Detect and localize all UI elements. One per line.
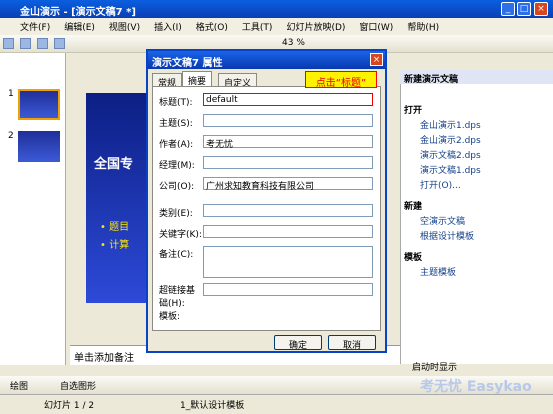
field-label: 超链接基础(H): [159,286,196,309]
menu-file[interactable]: 文件(F) [20,23,50,33]
autoshape-menu[interactable]: 自选图形 [60,379,96,392]
field-label: 模板: [159,312,181,322]
dialog-title: 演示文稿7 属性 [148,51,385,69]
menu-window[interactable]: 窗口(W) [359,23,393,33]
slide-number: 1 [8,89,14,99]
slide-thumb-2[interactable] [18,131,60,162]
field-label: 经理(M): [159,161,195,171]
startup-checkbox-label[interactable]: 启动时显示 [412,360,457,373]
menu-edit[interactable]: 编辑(E) [64,23,95,33]
manager-field[interactable] [203,156,373,169]
slide-number: 2 [8,131,14,141]
category-field[interactable] [203,204,373,217]
recent-file[interactable]: 金山演示2.dps [400,134,550,149]
print-icon[interactable] [54,38,65,49]
tab-general[interactable]: 常规 [152,73,183,89]
subject-field[interactable] [203,114,373,127]
slide-counter: 幻灯片 1 / 2 [44,401,95,411]
watermark-text: 考无忧 Easykao [420,379,532,395]
template-heading: 模板 [404,253,423,263]
comments-field[interactable] [203,246,373,278]
ok-button[interactable]: 确定 [274,335,322,351]
menu-format[interactable]: 格式(O) [196,23,228,33]
save-icon[interactable] [37,38,48,49]
dialog-close-button[interactable]: × [370,53,383,66]
template-name: 1_默认设计模板 [180,401,245,411]
title-field[interactable]: default [203,93,373,106]
zoom-select[interactable]: 43 % [282,38,305,48]
open-more-link[interactable]: 打开(O)... [400,179,550,194]
recent-file[interactable]: 金山演示1.dps [400,119,550,134]
tab-custom[interactable]: 自定义 [218,73,258,89]
open-heading: 打开 [404,106,423,116]
menu-help[interactable]: 帮助(H) [407,23,439,33]
draw-menu[interactable]: 绘图 [10,379,28,392]
author-field[interactable]: 考无忧 [203,135,373,150]
company-field[interactable]: 广州求知教育科技有限公司 [203,177,373,192]
hyperlink-base-field[interactable] [203,283,373,296]
recent-file[interactable]: 演示文稿2.dps [400,149,550,164]
annotation-callout: 点击“标题” [305,71,377,89]
task-pane-content: 打开 金山演示1.dps 金山演示2.dps 演示文稿2.dps 演示文稿1.dps … [400,104,550,281]
task-pane-title: 新建演示文稿 [400,70,553,85]
window-title: 金山演示 - [演示文稿7 *] [0,0,553,18]
new-heading: 新建 [404,202,423,212]
menu-slideshow[interactable]: 幻灯片放映(D) [286,23,345,33]
slide-bullet: • 题目 [100,222,130,233]
field-label: 公司(O): [159,182,195,192]
status-bar: 幻灯片 1 / 2 1_默认设计模板 [0,394,553,414]
summary-panel: 标题(T): default 主题(S): 作者(A): 考无忧 经理(M): … [152,86,381,331]
cancel-button[interactable]: 取消 [328,335,376,351]
keywords-field[interactable] [203,225,373,238]
menu-view[interactable]: 视图(V) [109,23,140,33]
field-label: 类别(E): [159,209,193,219]
recent-file[interactable]: 演示文稿1.dps [400,164,550,179]
tab-summary[interactable]: 摘要 [182,71,213,87]
field-label: 标题(T): [159,98,193,108]
slide-bullet: • 计算 [100,240,130,251]
maximize-button[interactable]: □ [517,2,531,16]
minimize-button[interactable]: _ [501,2,515,16]
new-icon[interactable] [3,38,14,49]
menubar: 文件(F) 编辑(E) 视图(V) 插入(I) 格式(O) 工具(T) 幻灯片放映(D) 窗口… [0,18,553,35]
menu-insert[interactable]: 插入(I) [154,23,182,33]
open-icon[interactable] [20,38,31,49]
field-label: 关键字(K): [159,230,202,240]
menu-tools[interactable]: 工具(T) [242,23,273,33]
design-template-link[interactable]: 根据设计模板 [400,230,550,245]
field-label: 备注(C): [159,250,194,260]
slide-title: 全国专 [94,157,134,172]
slide-thumb-1[interactable] [18,89,60,120]
properties-dialog: 演示文稿7 属性 × 常规 摘要 自定义 标题(T): default 主题(S… [146,49,387,353]
close-button[interactable]: × [534,2,548,16]
theme-template-link[interactable]: 主题模板 [400,266,550,281]
field-label: 作者(A): [159,140,194,150]
field-label: 主题(S): [159,119,193,129]
blank-presentation-link[interactable]: 空演示文稿 [400,215,550,230]
